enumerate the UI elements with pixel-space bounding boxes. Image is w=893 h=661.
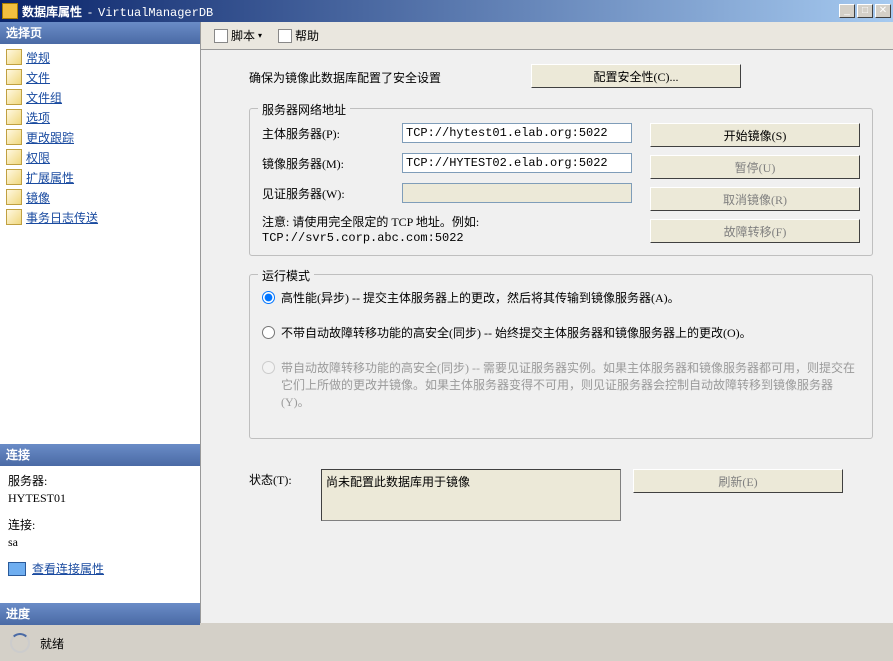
nav-item-filegroups[interactable]: 文件组 xyxy=(6,88,194,106)
page-icon xyxy=(6,109,22,125)
server-label: 服务器: xyxy=(8,472,192,489)
dropdown-caret-icon: ▾ xyxy=(258,31,262,40)
nav-item-mirroring[interactable]: 镜像 xyxy=(6,188,194,206)
mirror-label: 镜像服务器(M): xyxy=(262,155,392,172)
view-connection-props-link[interactable]: 查看连接属性 xyxy=(32,560,104,577)
mode-group-legend: 运行模式 xyxy=(258,267,314,284)
progress-status: 就绪 xyxy=(40,635,64,652)
configure-security-button[interactable]: 配置安全性(C)... xyxy=(531,64,741,88)
nav-item-files[interactable]: 文件 xyxy=(6,68,194,86)
window-icon xyxy=(2,3,18,19)
network-group-legend: 服务器网络地址 xyxy=(258,101,350,118)
mirror-input[interactable] xyxy=(402,153,632,173)
close-button[interactable]: ✕ xyxy=(875,4,891,18)
failover-button: 故障转移(F) xyxy=(650,219,860,243)
help-button[interactable]: 帮助 xyxy=(271,25,326,47)
address-note: 注意: 请使用完全限定的 TCP 地址。例如: TCP://svr5.corp.… xyxy=(262,213,632,245)
mode-high-perf-radio[interactable] xyxy=(262,291,275,304)
script-icon xyxy=(214,29,228,43)
script-button[interactable]: 脚本 ▾ xyxy=(207,25,269,47)
page-icon xyxy=(6,169,22,185)
nav-item-permissions[interactable]: 权限 xyxy=(6,148,194,166)
progress-spinner-icon xyxy=(10,633,30,653)
page-icon xyxy=(6,209,22,225)
page-icon xyxy=(6,49,22,65)
pause-button: 暂停(U) xyxy=(650,155,860,179)
mode-high-perf-label: 高性能(异步) -- 提交主体服务器上的更改，然后将其传输到镜像服务器(A)。 xyxy=(281,289,680,306)
window-title: 数据库属性 - VirtualManagerDB xyxy=(22,3,839,20)
conn-label: 连接: xyxy=(8,516,192,533)
principal-input[interactable] xyxy=(402,123,632,143)
page-icon xyxy=(6,149,22,165)
connection-props-icon xyxy=(8,562,26,576)
connection-header: 连接 xyxy=(0,444,200,466)
minimize-button[interactable]: _ xyxy=(839,4,855,18)
page-icon xyxy=(6,129,22,145)
witness-input[interactable] xyxy=(402,183,632,203)
status-text: 尚未配置此数据库用于镜像 xyxy=(321,469,621,521)
security-message: 确保为镜像此数据库配置了安全设置 xyxy=(249,67,441,86)
progress-header: 进度 xyxy=(0,603,200,625)
nav-item-general[interactable]: 常规 xyxy=(6,48,194,66)
nav-item-log-shipping[interactable]: 事务日志传送 xyxy=(6,208,194,226)
server-value: HYTEST01 xyxy=(8,491,192,506)
nav-item-options[interactable]: 选项 xyxy=(6,108,194,126)
conn-value: sa xyxy=(8,535,192,550)
maximize-button[interactable]: □ xyxy=(857,4,873,18)
mode-high-safe-noauto-label: 不带自动故障转移功能的高安全(同步) -- 始终提交主体服务器和镜像服务器上的更… xyxy=(281,324,752,341)
nav-item-extended-props[interactable]: 扩展属性 xyxy=(6,168,194,186)
page-icon xyxy=(6,189,22,205)
status-label: 状态(T): xyxy=(249,469,309,488)
witness-label: 见证服务器(W): xyxy=(262,185,392,202)
page-icon xyxy=(6,69,22,85)
principal-label: 主体服务器(P): xyxy=(262,125,392,142)
start-mirroring-button[interactable]: 开始镜像(S) xyxy=(650,123,860,147)
cancel-mirroring-button: 取消镜像(R) xyxy=(650,187,860,211)
page-icon xyxy=(6,89,22,105)
mode-high-safe-auto-label: 带自动故障转移功能的高安全(同步) -- 需要见证服务器实例。如果主体服务器和镜… xyxy=(281,359,860,410)
refresh-button: 刷新(E) xyxy=(633,469,843,493)
mode-high-safe-auto-radio xyxy=(262,361,275,374)
help-icon xyxy=(278,29,292,43)
select-page-header: 选择页 xyxy=(0,22,200,44)
mode-high-safe-noauto-radio[interactable] xyxy=(262,326,275,339)
nav-item-change-tracking[interactable]: 更改跟踪 xyxy=(6,128,194,146)
